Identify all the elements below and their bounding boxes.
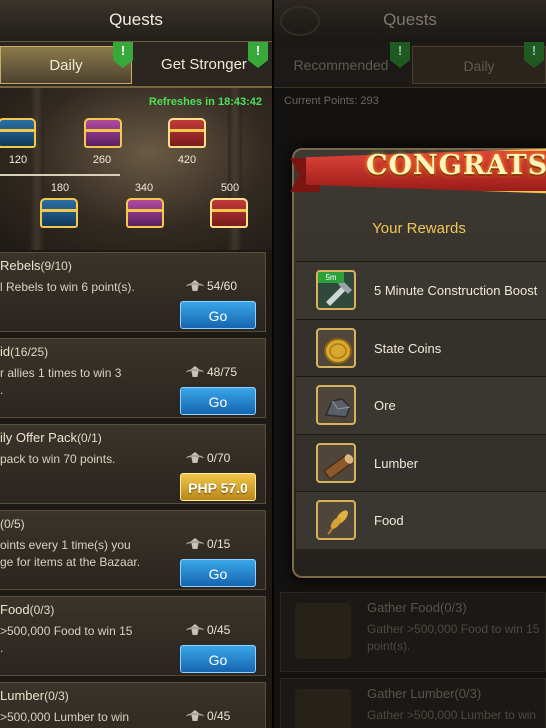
congrats-text: CONGRATS	[366, 150, 546, 181]
milestone-label: 180	[50, 182, 70, 194]
rewards-subtitle: Your Rewards	[372, 220, 466, 237]
quest-title: Gather Lumber(0/3)	[367, 686, 482, 701]
chest-icon[interactable]	[168, 118, 206, 148]
reward-item: 5m 5 Minute Construction Boost	[296, 261, 546, 319]
milestone-label: 260	[92, 154, 112, 166]
reward-item: Food	[296, 491, 546, 549]
quest-card-food-dimmed: Gather Food(0/3) Gather >500,000 Food to…	[280, 592, 546, 672]
tab-get-stronger-label: Get Stronger	[161, 56, 247, 73]
quest-title: Gather Food(0/3)	[367, 600, 467, 615]
quest-title: ily Offer Pack(0/1)	[0, 430, 102, 445]
chest-icon[interactable]	[0, 118, 36, 148]
tab-daily-label: Daily	[49, 57, 83, 74]
tab-recommended[interactable]: Recommended	[274, 46, 408, 84]
reward-name: Ore	[374, 398, 396, 413]
reward-name: 5 Minute Construction Boost	[374, 283, 538, 298]
go-button[interactable]: Go	[180, 559, 256, 587]
go-button[interactable]: Go	[180, 645, 256, 673]
milestone-label: 500	[220, 182, 240, 194]
quest-desc: l Rebels to win 6 point(s).	[0, 280, 135, 294]
quest-desc: Gather >500,000 Food to win 15 point(s).	[367, 622, 540, 653]
quest-card-bazaar: (0/5) oints every 1 time(s) you ge for i…	[0, 510, 266, 590]
food-quest-icon	[295, 603, 351, 659]
back-arrow-icon[interactable]	[280, 6, 320, 36]
current-points: Current Points: 293	[284, 95, 379, 107]
rewards-list: 5m 5 Minute Construction Boost State Coi…	[296, 261, 546, 549]
quest-tabs-dimmed: Recommended ! Daily !	[274, 42, 546, 88]
chest-icon[interactable]	[84, 118, 122, 148]
speedup-hammer-icon: 5m	[316, 270, 356, 310]
quest-progress: 0/70	[186, 451, 230, 465]
quest-desc: pack to win 70 points.	[0, 452, 116, 466]
quest-progress: 0/15	[186, 537, 230, 551]
lumber-quest-icon	[295, 689, 351, 728]
quest-progress: 0/45	[186, 623, 230, 637]
points-icon	[186, 366, 204, 377]
progress-track	[0, 174, 120, 176]
congrats-banner: CONGRATS	[290, 140, 546, 202]
points-reward-track: Refreshes in 18:43:42 120 260 420 180 34…	[0, 88, 272, 250]
quest-title: id(16/25)	[0, 344, 49, 359]
reward-item: Lumber	[296, 433, 546, 491]
quest-card-lumber-dimmed: Gather Lumber(0/3) Gather >500,000 Lumbe…	[280, 678, 546, 728]
quest-progress: 54/60	[186, 279, 237, 293]
chest-icon[interactable]	[40, 198, 78, 228]
points-icon	[186, 452, 204, 463]
chest-icon[interactable]	[210, 198, 248, 228]
quest-progress: 48/75	[186, 365, 237, 379]
quest-desc: >500,000 Lumber to win	[0, 710, 130, 724]
quest-progress: 0/45	[186, 709, 230, 723]
quest-title: Food(0/3)	[0, 602, 55, 617]
chest-icon[interactable]	[126, 198, 164, 228]
quest-desc: r allies 1 times to win 3 .	[0, 366, 122, 397]
coin-icon	[316, 327, 356, 368]
milestone-label: 340	[134, 182, 154, 194]
points-icon	[186, 538, 204, 549]
quests-title: Quests	[0, 0, 272, 42]
quest-desc: oints every 1 time(s) you ge for items a…	[0, 538, 141, 569]
duration-badge: 5m	[318, 272, 344, 283]
quest-desc: >500,000 Food to win 15 .	[0, 624, 133, 655]
quest-card-food: Food(0/3) >500,000 Food to win 15 . 0/45…	[0, 596, 266, 676]
reward-name: Food	[374, 513, 404, 528]
reward-name: Lumber	[374, 455, 419, 471]
quest-card-aid: id(16/25) r allies 1 times to win 3 . 48…	[0, 338, 266, 418]
refresh-timer: Refreshes in 18:43:42	[148, 96, 262, 108]
reward-item: Ore	[296, 376, 546, 434]
tab-daily[interactable]: Daily	[0, 46, 132, 84]
points-icon	[186, 280, 204, 291]
wheat-icon	[316, 500, 356, 540]
reward-name: State Coins	[374, 340, 442, 356]
go-button[interactable]: Go	[180, 301, 256, 329]
ore-icon	[316, 385, 356, 425]
milestone-label: 120	[8, 154, 28, 166]
quest-card-rebels: Rebels(9/10) l Rebels to win 6 point(s).…	[0, 252, 266, 332]
buy-button[interactable]: PHP 57.0	[180, 473, 256, 501]
quest-card-lumber: Lumber(0/3) >500,000 Lumber to win 0/45 …	[0, 682, 266, 728]
milestone-label: 420	[177, 154, 197, 166]
quest-title: (0/5)	[0, 517, 25, 531]
quest-title: Rebels(9/10)	[0, 258, 72, 273]
points-icon	[186, 710, 204, 721]
go-button[interactable]: Go	[180, 387, 256, 415]
quests-panel: Quests Daily ! Get Stronger ! Refreshes …	[0, 0, 272, 728]
quest-desc: Gather >500,000 Lumber to win	[367, 708, 537, 722]
reward-item: State Coins	[296, 318, 546, 376]
quest-title: Lumber(0/3)	[0, 688, 69, 703]
lumber-icon	[316, 442, 356, 483]
quest-tabs: Daily ! Get Stronger !	[0, 42, 272, 88]
quest-card-offer-pack: ily Offer Pack(0/1) pack to win 70 point…	[0, 424, 266, 504]
points-icon	[186, 624, 204, 635]
